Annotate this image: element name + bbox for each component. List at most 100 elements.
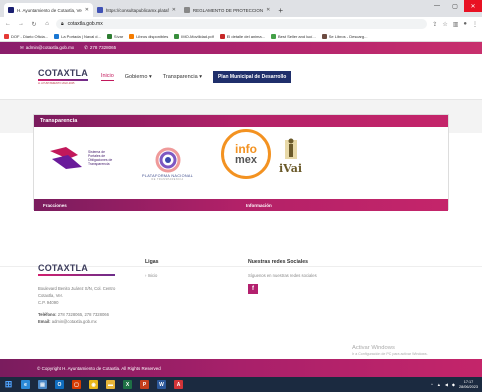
browser-tab-2[interactable]: https://consultapublicamx.plataf ✕ <box>93 3 180 17</box>
pnt-spiral-icon <box>155 147 181 173</box>
bookmark-label: IMO-Movilidad.pdf <box>181 33 214 39</box>
footer-logo[interactable]: COTAXTLA <box>38 263 116 276</box>
taskbar-app[interactable]: ▢ <box>68 377 85 392</box>
infomex-logo[interactable]: info mex <box>221 129 271 179</box>
site-logo[interactable]: COTAXTLA H. AYUNTAMIENTO 2022-2025 <box>38 68 88 85</box>
bookmark-favicon-icon <box>270 33 276 39</box>
share-icon[interactable]: ⇪ <box>432 21 437 28</box>
reload-icon[interactable]: ↻ <box>30 21 38 28</box>
back-icon[interactable]: ← <box>4 21 12 27</box>
nav-transparencia-label: Transparencia <box>162 73 198 80</box>
ivai-emblem-icon <box>284 138 297 159</box>
phone-icon: ✆ <box>84 45 88 50</box>
chevron-down-icon: ▾ <box>199 73 202 80</box>
maximize-icon[interactable]: ▢ <box>446 0 464 12</box>
star-icon[interactable]: ☆ <box>442 21 447 28</box>
nav-transparencia[interactable]: Transparencia ▾ <box>163 74 202 80</box>
footer-link-inicio[interactable]: › Inicio <box>145 273 159 278</box>
window-controls: — ▢ ✕ <box>428 0 482 12</box>
taskbar-app[interactable]: ▤ <box>34 377 51 392</box>
bookmark-label: El detalle del anima... <box>226 33 265 39</box>
infomex-bottom-text: mex <box>234 153 258 166</box>
sipot-ribbon-icon <box>50 147 82 169</box>
phone-value: 278 7328065, 278 7328066 <box>57 312 109 317</box>
url-field[interactable]: 🔒︎ cotaxtla.gob.mx <box>56 19 428 29</box>
bookmark-favicon-icon <box>174 33 180 39</box>
bookmark-item[interactable]: El detalle del anima... <box>219 33 265 39</box>
pnt-sub: DE TRANSPARENCIA <box>151 178 184 181</box>
excel-icon: X <box>123 380 132 389</box>
bookmark-favicon-icon <box>4 33 9 39</box>
word-icon: W <box>157 380 166 389</box>
bookmark-item[interactable]: Sívar <box>106 33 123 39</box>
chevron-right-icon: › <box>145 273 147 278</box>
tab-title: REGLAMENTO DE PROTECCION <box>192 7 264 13</box>
bookmark-label: Se Libros - Descarg... <box>328 33 368 39</box>
network-icon[interactable]: ▲ <box>437 382 441 387</box>
language-icon[interactable]: ◆ <box>452 382 455 387</box>
windows-icon: ⊞ <box>4 379 13 389</box>
outlook-icon: O <box>55 380 64 389</box>
address-bar-row: ← → ↻ ⌂ 🔒︎ cotaxtla.gob.mx ⇪ ☆ ▥ ● ⋮ <box>0 17 482 31</box>
logo-underline <box>38 274 116 276</box>
volume-icon[interactable]: ◀ <box>445 382 448 387</box>
email-value[interactable]: admin@cotaxtla.gob.mx <box>52 319 97 324</box>
close-tab-icon[interactable]: ✕ <box>85 7 89 13</box>
taskbar-app[interactable]: ◉ <box>85 377 102 392</box>
browser-tab-3[interactable]: REGLAMENTO DE PROTECCION ✕ <box>180 3 274 17</box>
taskbar-app[interactable]: O <box>51 377 68 392</box>
transparencia-title: Transparencia <box>34 115 448 127</box>
browser-tab-1[interactable]: H. Ayuntamiento de Cotaxtla, Ve ✕ <box>4 3 93 17</box>
minimize-icon[interactable]: — <box>428 0 446 12</box>
taskbar-app[interactable]: ▬ <box>102 377 119 392</box>
bookmark-label: Libros disponibles <box>136 33 169 39</box>
home-icon[interactable]: ⌂ <box>43 21 51 27</box>
contact-email[interactable]: ✉ admin@cotaxtla.gob.mx <box>20 45 74 51</box>
bookmark-item[interactable]: Libros disponibles <box>129 33 169 39</box>
ivai-logo[interactable]: iVai <box>279 137 302 175</box>
taskbar-app[interactable]: X <box>119 377 136 392</box>
sipot-text: Sistema de Portales de Obligaciones de T… <box>88 150 113 166</box>
bookmark-item[interactable]: La Portada | Naval d... <box>54 33 101 39</box>
close-tab-icon[interactable]: ✕ <box>172 7 176 13</box>
bookmarks-bar: DOF - Diario Oficia... La Portada | Nava… <box>0 31 482 42</box>
profile-icon[interactable]: ● <box>463 21 467 28</box>
close-tab-icon[interactable]: ✕ <box>266 7 270 13</box>
bookmark-label: La Portada | Naval d... <box>61 33 101 39</box>
nav-gobierno[interactable]: Gobierno ▾ <box>125 74 152 80</box>
menu-icon[interactable]: ⋮ <box>472 21 478 28</box>
logo-tagline: H. AYUNTAMIENTO 2022-2025 <box>38 82 75 85</box>
taskbar-app[interactable]: W <box>153 377 170 392</box>
bookmark-item[interactable]: IMO-Movilidad.pdf <box>174 33 214 39</box>
close-window-icon[interactable]: ✕ <box>464 0 482 12</box>
footer-links-col: Ligas › Inicio <box>145 259 159 278</box>
taskbar-app[interactable]: e <box>17 377 34 392</box>
transparencia-logos: Sistema de Portales de Obligaciones de T… <box>34 127 448 211</box>
chevron-up-icon[interactable]: ^ <box>431 382 433 387</box>
sidebar-icon[interactable]: ▥ <box>453 21 459 28</box>
taskbar-app[interactable]: P <box>136 377 153 392</box>
footer-contact-col: COTAXTLA Boulevard Benito Juárez S/N, Co… <box>38 263 116 325</box>
transparencia-panel: Transparencia Sistema de Portales de Obl… <box>33 114 449 211</box>
system-tray: ^ ▲ ◀ ◆ 17:17 28/06/2023 <box>431 377 478 392</box>
email-label: Email: <box>38 319 51 324</box>
start-button[interactable]: ⊞ <box>0 377 17 392</box>
bookmark-favicon-icon <box>219 33 225 39</box>
facebook-button[interactable]: f <box>248 284 258 294</box>
pdf-icon: A <box>174 380 183 389</box>
plan-municipal-button[interactable]: Plan Municipal de Desarrollo <box>212 70 292 83</box>
bookmark-label: DOF - Diario Oficia... <box>11 33 49 39</box>
main-nav: Inicio Gobierno ▾ Transparencia ▾ Plan M… <box>100 70 292 83</box>
nav-inicio[interactable]: Inicio <box>100 73 114 81</box>
clock[interactable]: 17:17 28/06/2023 <box>459 380 478 390</box>
pnt-logo[interactable]: PLATAFORMA NACIONAL DE TRANSPARENCIA <box>142 147 193 181</box>
bookmark-item[interactable]: DOF - Diario Oficia... <box>4 33 49 39</box>
new-tab-button[interactable]: + <box>274 3 287 17</box>
tab-title: H. Ayuntamiento de Cotaxtla, Ve <box>17 7 82 13</box>
sipot-logo[interactable]: Sistema de Portales de Obligaciones de T… <box>48 145 118 171</box>
watermark-line-1: Activar Windows <box>352 345 395 351</box>
bookmark-item[interactable]: Best Seller and lucí... <box>270 33 316 39</box>
taskbar-app[interactable]: A <box>170 377 187 392</box>
bookmark-item[interactable]: Se Libros - Descarg... <box>321 33 368 39</box>
forward-icon[interactable]: → <box>17 21 25 27</box>
